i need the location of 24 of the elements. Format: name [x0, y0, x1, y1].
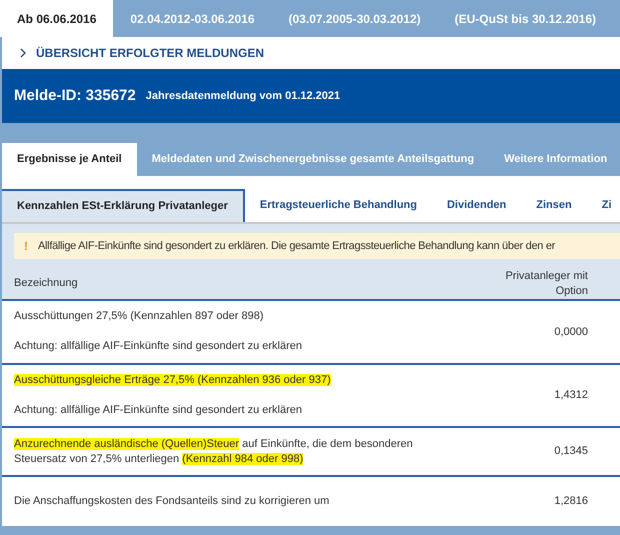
sub-tab[interactable]: Dividenden — [432, 189, 522, 222]
column-header: Privatanleger mit Option — [504, 268, 588, 298]
warning-icon: ! — [24, 237, 28, 255]
row-label: Ausschüttungen 27,5% (Kennzahlen 897 oder 898) — [14, 309, 265, 324]
sub-tab[interactable]: Kennzahlen ESt-Erklärung Privatanleger — [2, 189, 245, 222]
row-value: 1,4312 — [553, 388, 588, 403]
row-value: 0,0000 — [553, 324, 588, 340]
row-label: Die Anschaffungskosten des Fondsanteils sind zu korrigieren um — [14, 494, 330, 509]
column-header: Bezeichnung — [14, 276, 79, 292]
notice-text: Allfällige AIF-Einkünfte sind gesondert zu erklären. Die gesamte Ertragssteuerliche Behandlung kann über den er — [38, 238, 556, 254]
row-label: Anzurechnende ausländische (Quellen)Steuer auf Einkünfte, die dem besonderen Steuersatz von 27,5% unterliegen (Kennzahl 984 oder 998) — [14, 436, 414, 466]
row-value: 1,2816 — [553, 494, 588, 510]
row-value: 0,1345 — [553, 444, 588, 460]
row-note: Achtung: allfällige AIF-Einkünfte sind gesondert zu erklären — [14, 402, 303, 418]
chevron-right-icon — [20, 48, 26, 58]
row-note: Achtung: allfällige AIF-Einkünfte sind gesondert zu erklären — [14, 339, 303, 354]
sub-tab[interactable]: Zinsen — [521, 189, 587, 222]
sub-tab[interactable]: Zi — [586, 189, 620, 222]
period-tab[interactable]: Ab 06.06.2016 — [0, 0, 114, 37]
report-subtitle: Jahresdatenmeldung vom 01.12.2021 — [146, 88, 340, 104]
report-id: Melde-ID: 335672 — [14, 86, 136, 106]
sub-tab[interactable]: Ertragsteuerliche Behandlung — [244, 189, 432, 222]
row-label: Ausschüttungsgleiche Erträge 27,5% (Kennzahlen 936 oder 937) — [14, 372, 332, 388]
section-tab[interactable]: Ergebnisse je Anteil — [2, 143, 137, 176]
